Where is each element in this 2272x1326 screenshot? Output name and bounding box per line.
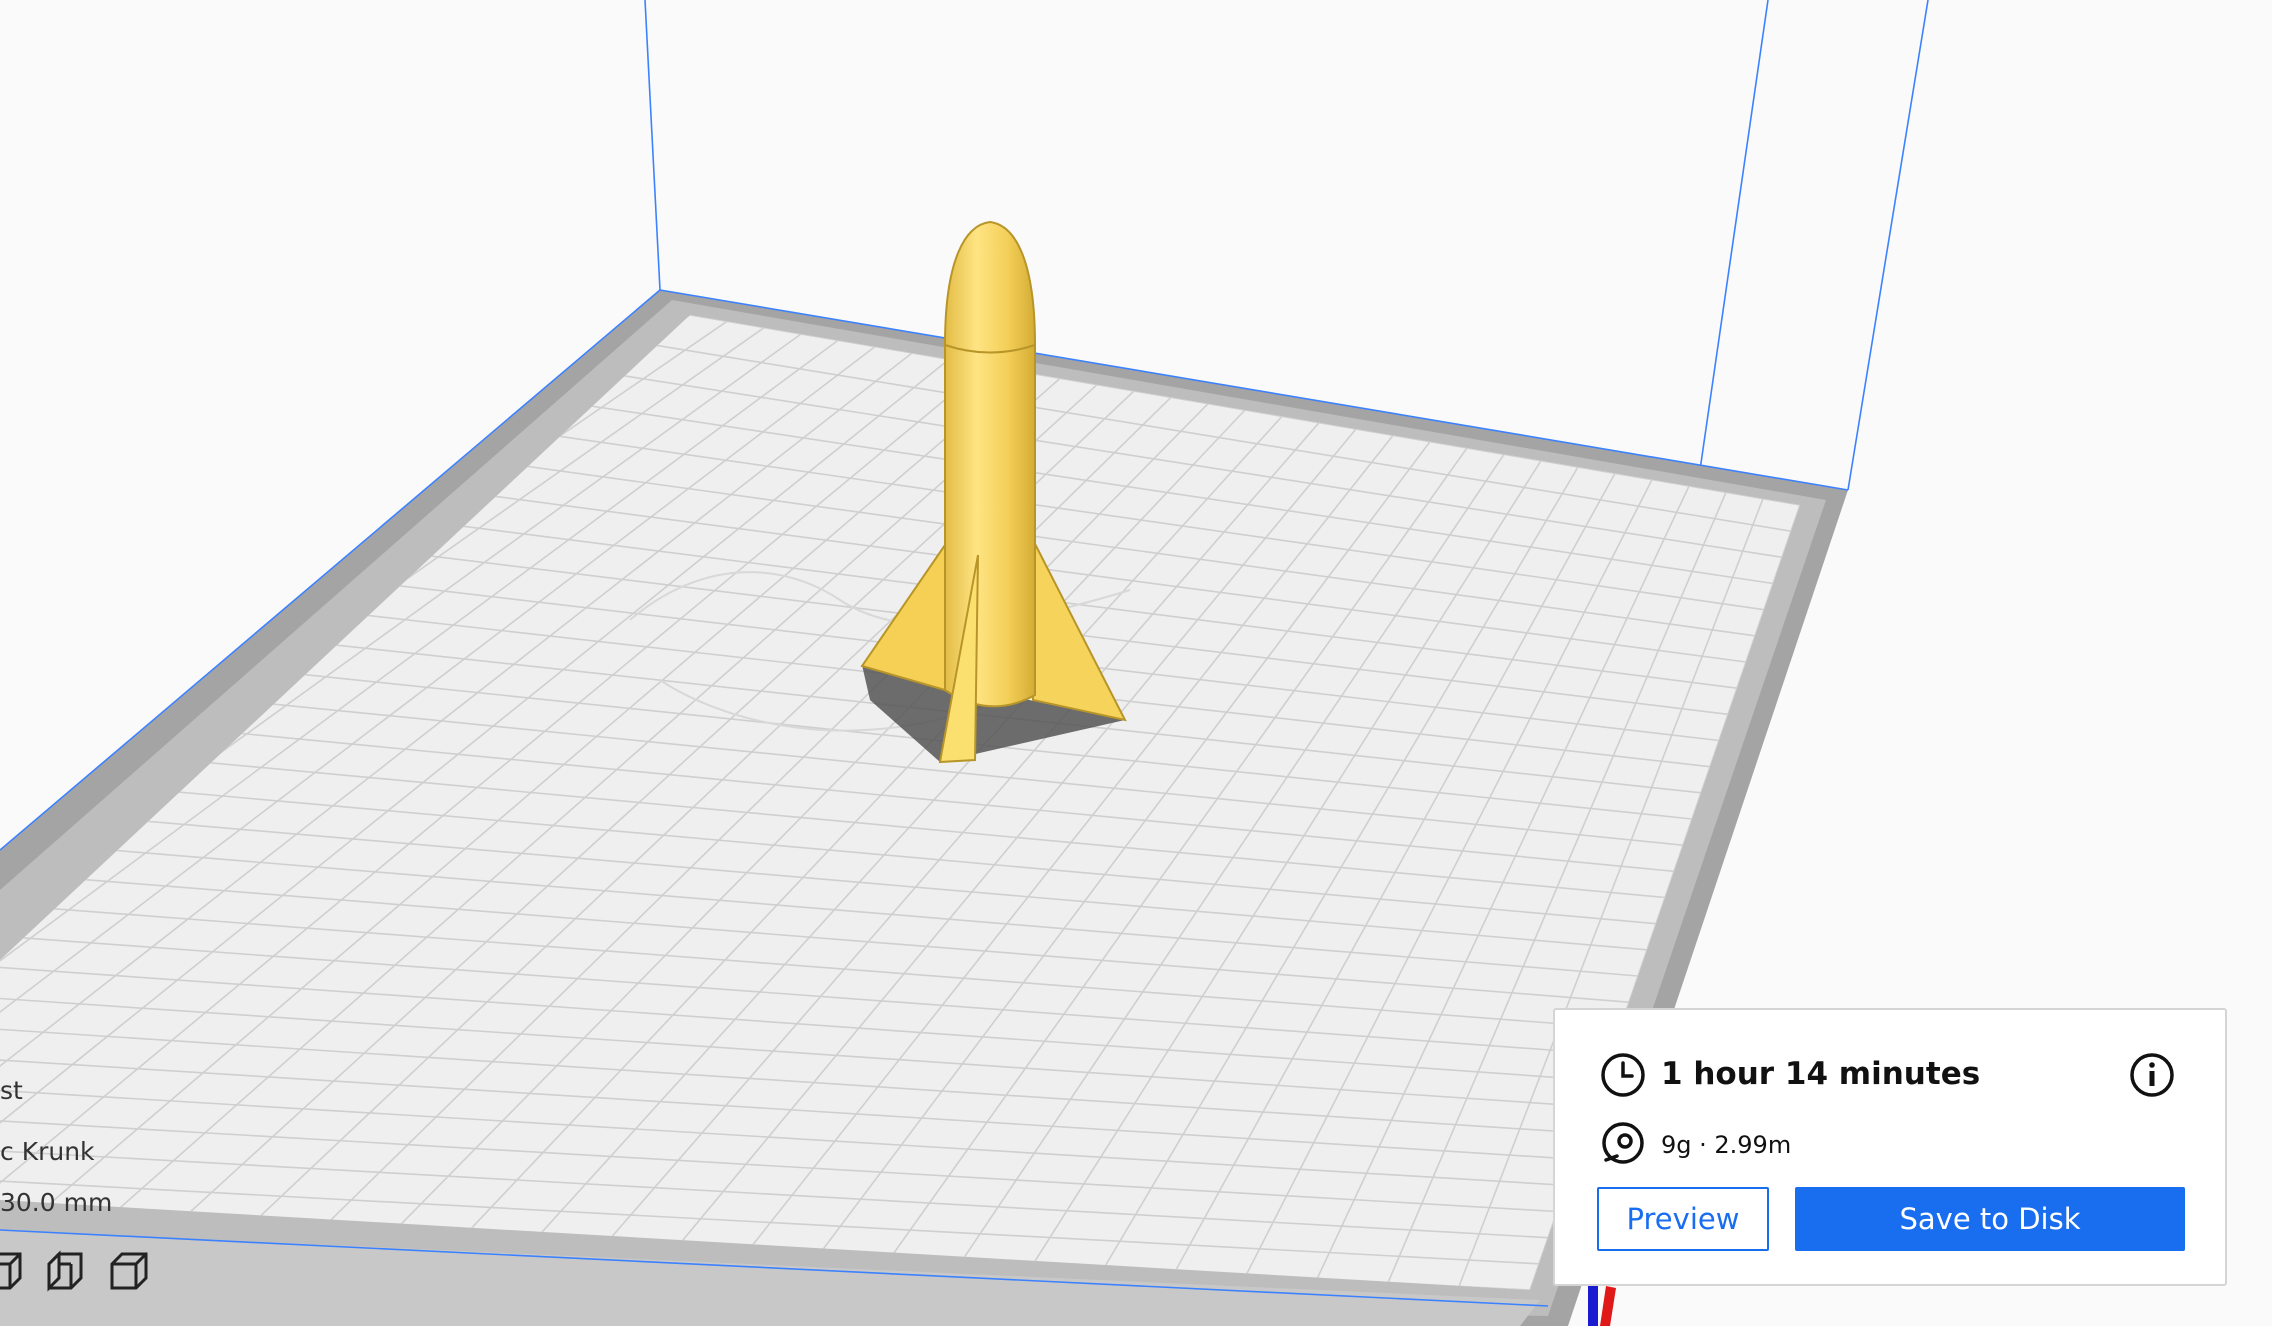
print-summary-panel: 1 hour 14 minutes 9g · 2.99m Preview Sav…: [1553, 1008, 2227, 1286]
view-right-cube-icon[interactable]: [108, 1250, 150, 1292]
view-left-cube-icon[interactable]: [45, 1250, 87, 1292]
print-time: 1 hour 14 minutes: [1661, 1056, 1981, 1092]
preview-button[interactable]: Preview: [1597, 1187, 1769, 1251]
object-dimensions: 30.0 mm: [0, 1188, 113, 1217]
spool-icon: [1602, 1122, 1644, 1164]
view-side-cube-icon[interactable]: [0, 1250, 24, 1292]
save-to-disk-button[interactable]: Save to Disk: [1795, 1187, 2185, 1251]
object-name: st: [0, 1076, 23, 1105]
clock-icon: [1601, 1053, 1645, 1097]
object-author: c Krunk: [0, 1137, 95, 1166]
axis-indicator: [1588, 1286, 1616, 1326]
info-icon[interactable]: [2129, 1052, 2175, 1098]
material-estimate: 9g · 2.99m: [1661, 1131, 1792, 1159]
